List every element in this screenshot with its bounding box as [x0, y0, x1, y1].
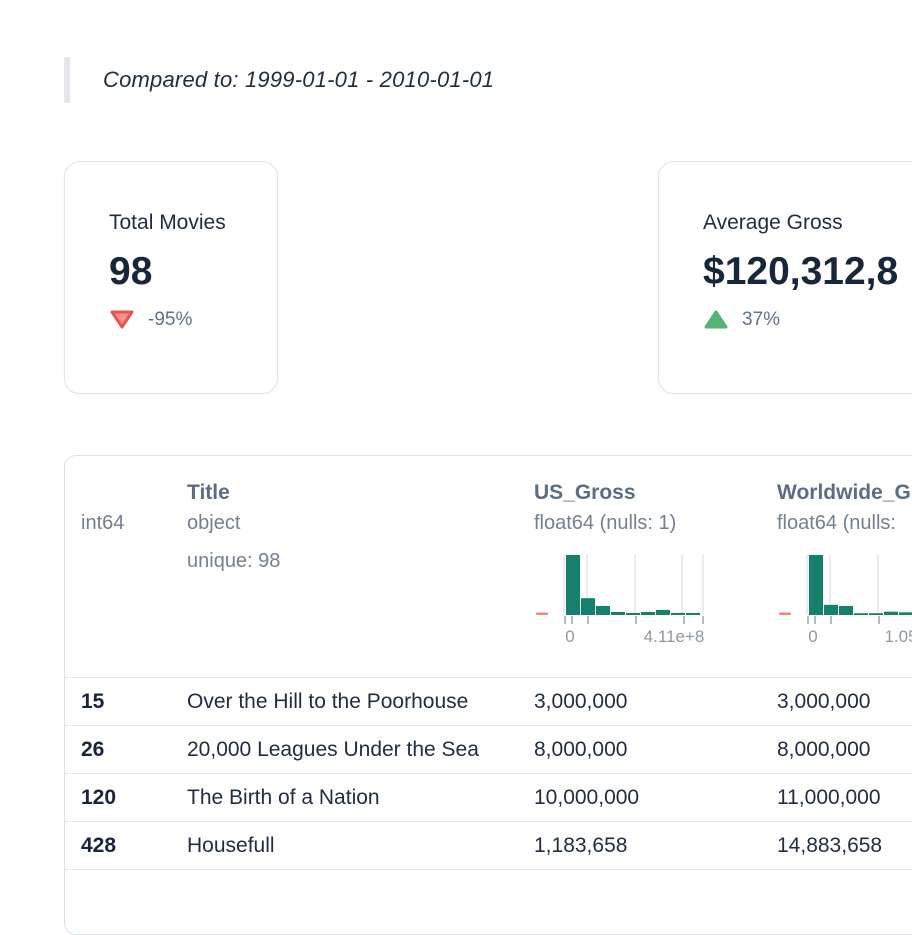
- trend-up-icon: [703, 308, 729, 331]
- column-dtype: float64 (nulls: 1): [534, 510, 777, 536]
- cell-worldwide-gross: 8,000,000: [777, 738, 912, 762]
- column-name: US_Gross: [534, 478, 777, 508]
- kpi-delta: -95%: [109, 308, 267, 331]
- cell-worldwide-gross: 11,000,000: [777, 786, 912, 810]
- cell-title: Housefull: [187, 834, 534, 858]
- svg-text:4.11e+8: 4.11e+8: [644, 627, 704, 646]
- kpi-value: 98: [109, 249, 267, 295]
- cell-worldwide-gross: 14,883,658: [777, 834, 912, 858]
- kpi-delta: 37%: [703, 308, 912, 331]
- column-unique-count: unique: 98: [187, 548, 534, 574]
- column-header-worldwide-gross: Worldwide_G float64 (nulls: 01.05: [777, 478, 912, 677]
- column-name: Worldwide_G: [777, 478, 912, 508]
- column-name: Title: [187, 478, 534, 508]
- cell-us-gross: 10,000,000: [534, 786, 777, 810]
- cell-title: Over the Hill to the Poorhouse: [187, 690, 534, 714]
- row-index: 15: [65, 690, 187, 714]
- compare-note-text: Compared to: 1999-01-01 - 2010-01-01: [70, 67, 494, 93]
- column-dtype: object: [187, 510, 534, 536]
- cell-worldwide-gross: 3,000,000: [777, 690, 912, 714]
- trend-down-icon: [109, 308, 135, 331]
- svg-text:0: 0: [565, 627, 574, 646]
- column-header-index: int64: [65, 478, 187, 677]
- table-row: 428 Housefull 1,183,658 14,883,658: [65, 822, 912, 870]
- table-row: 26 20,000 Leagues Under the Sea 8,000,00…: [65, 726, 912, 774]
- cell-us-gross: 1,183,658: [534, 834, 777, 858]
- svg-text:1.05: 1.05: [884, 627, 912, 646]
- kpi-card-average-gross: Average Gross $120,312,8 37%: [658, 161, 912, 394]
- kpi-title: Total Movies: [109, 210, 267, 236]
- column-header-title: Title object unique: 98: [187, 478, 534, 677]
- row-index: 26: [65, 738, 187, 762]
- row-index: 120: [65, 786, 187, 810]
- kpi-title: Average Gross: [703, 210, 912, 236]
- table-row: 120 The Birth of a Nation 10,000,000 11,…: [65, 774, 912, 822]
- us-gross-histogram: 0 4.11e+8: [534, 552, 704, 647]
- profiled-data-table: int64 Title object unique: 98 US_Gross f…: [64, 455, 912, 935]
- kpi-delta-text: -95%: [148, 309, 192, 331]
- cell-title: The Birth of a Nation: [187, 786, 534, 810]
- cell-us-gross: 3,000,000: [534, 690, 777, 714]
- column-header-us-gross: US_Gross float64 (nulls: 1) 0 4.11e+8: [534, 478, 777, 677]
- row-index: 428: [65, 834, 187, 858]
- table-row: 15 Over the Hill to the Poorhouse 3,000,…: [65, 678, 912, 726]
- cell-title: 20,000 Leagues Under the Sea: [187, 738, 534, 762]
- cell-us-gross: 8,000,000: [534, 738, 777, 762]
- compare-note: Compared to: 1999-01-01 - 2010-01-01: [64, 57, 494, 103]
- kpi-delta-text: 37%: [742, 309, 780, 331]
- kpi-value: $120,312,8: [703, 249, 912, 295]
- index-dtype: int64: [81, 510, 187, 536]
- kpi-card-total-movies: Total Movies 98 -95%: [64, 161, 278, 394]
- table-header-row: int64 Title object unique: 98 US_Gross f…: [65, 456, 912, 678]
- column-dtype: float64 (nulls:: [777, 510, 912, 536]
- worldwide-gross-histogram: 01.05: [777, 552, 912, 647]
- svg-text:0: 0: [808, 627, 817, 646]
